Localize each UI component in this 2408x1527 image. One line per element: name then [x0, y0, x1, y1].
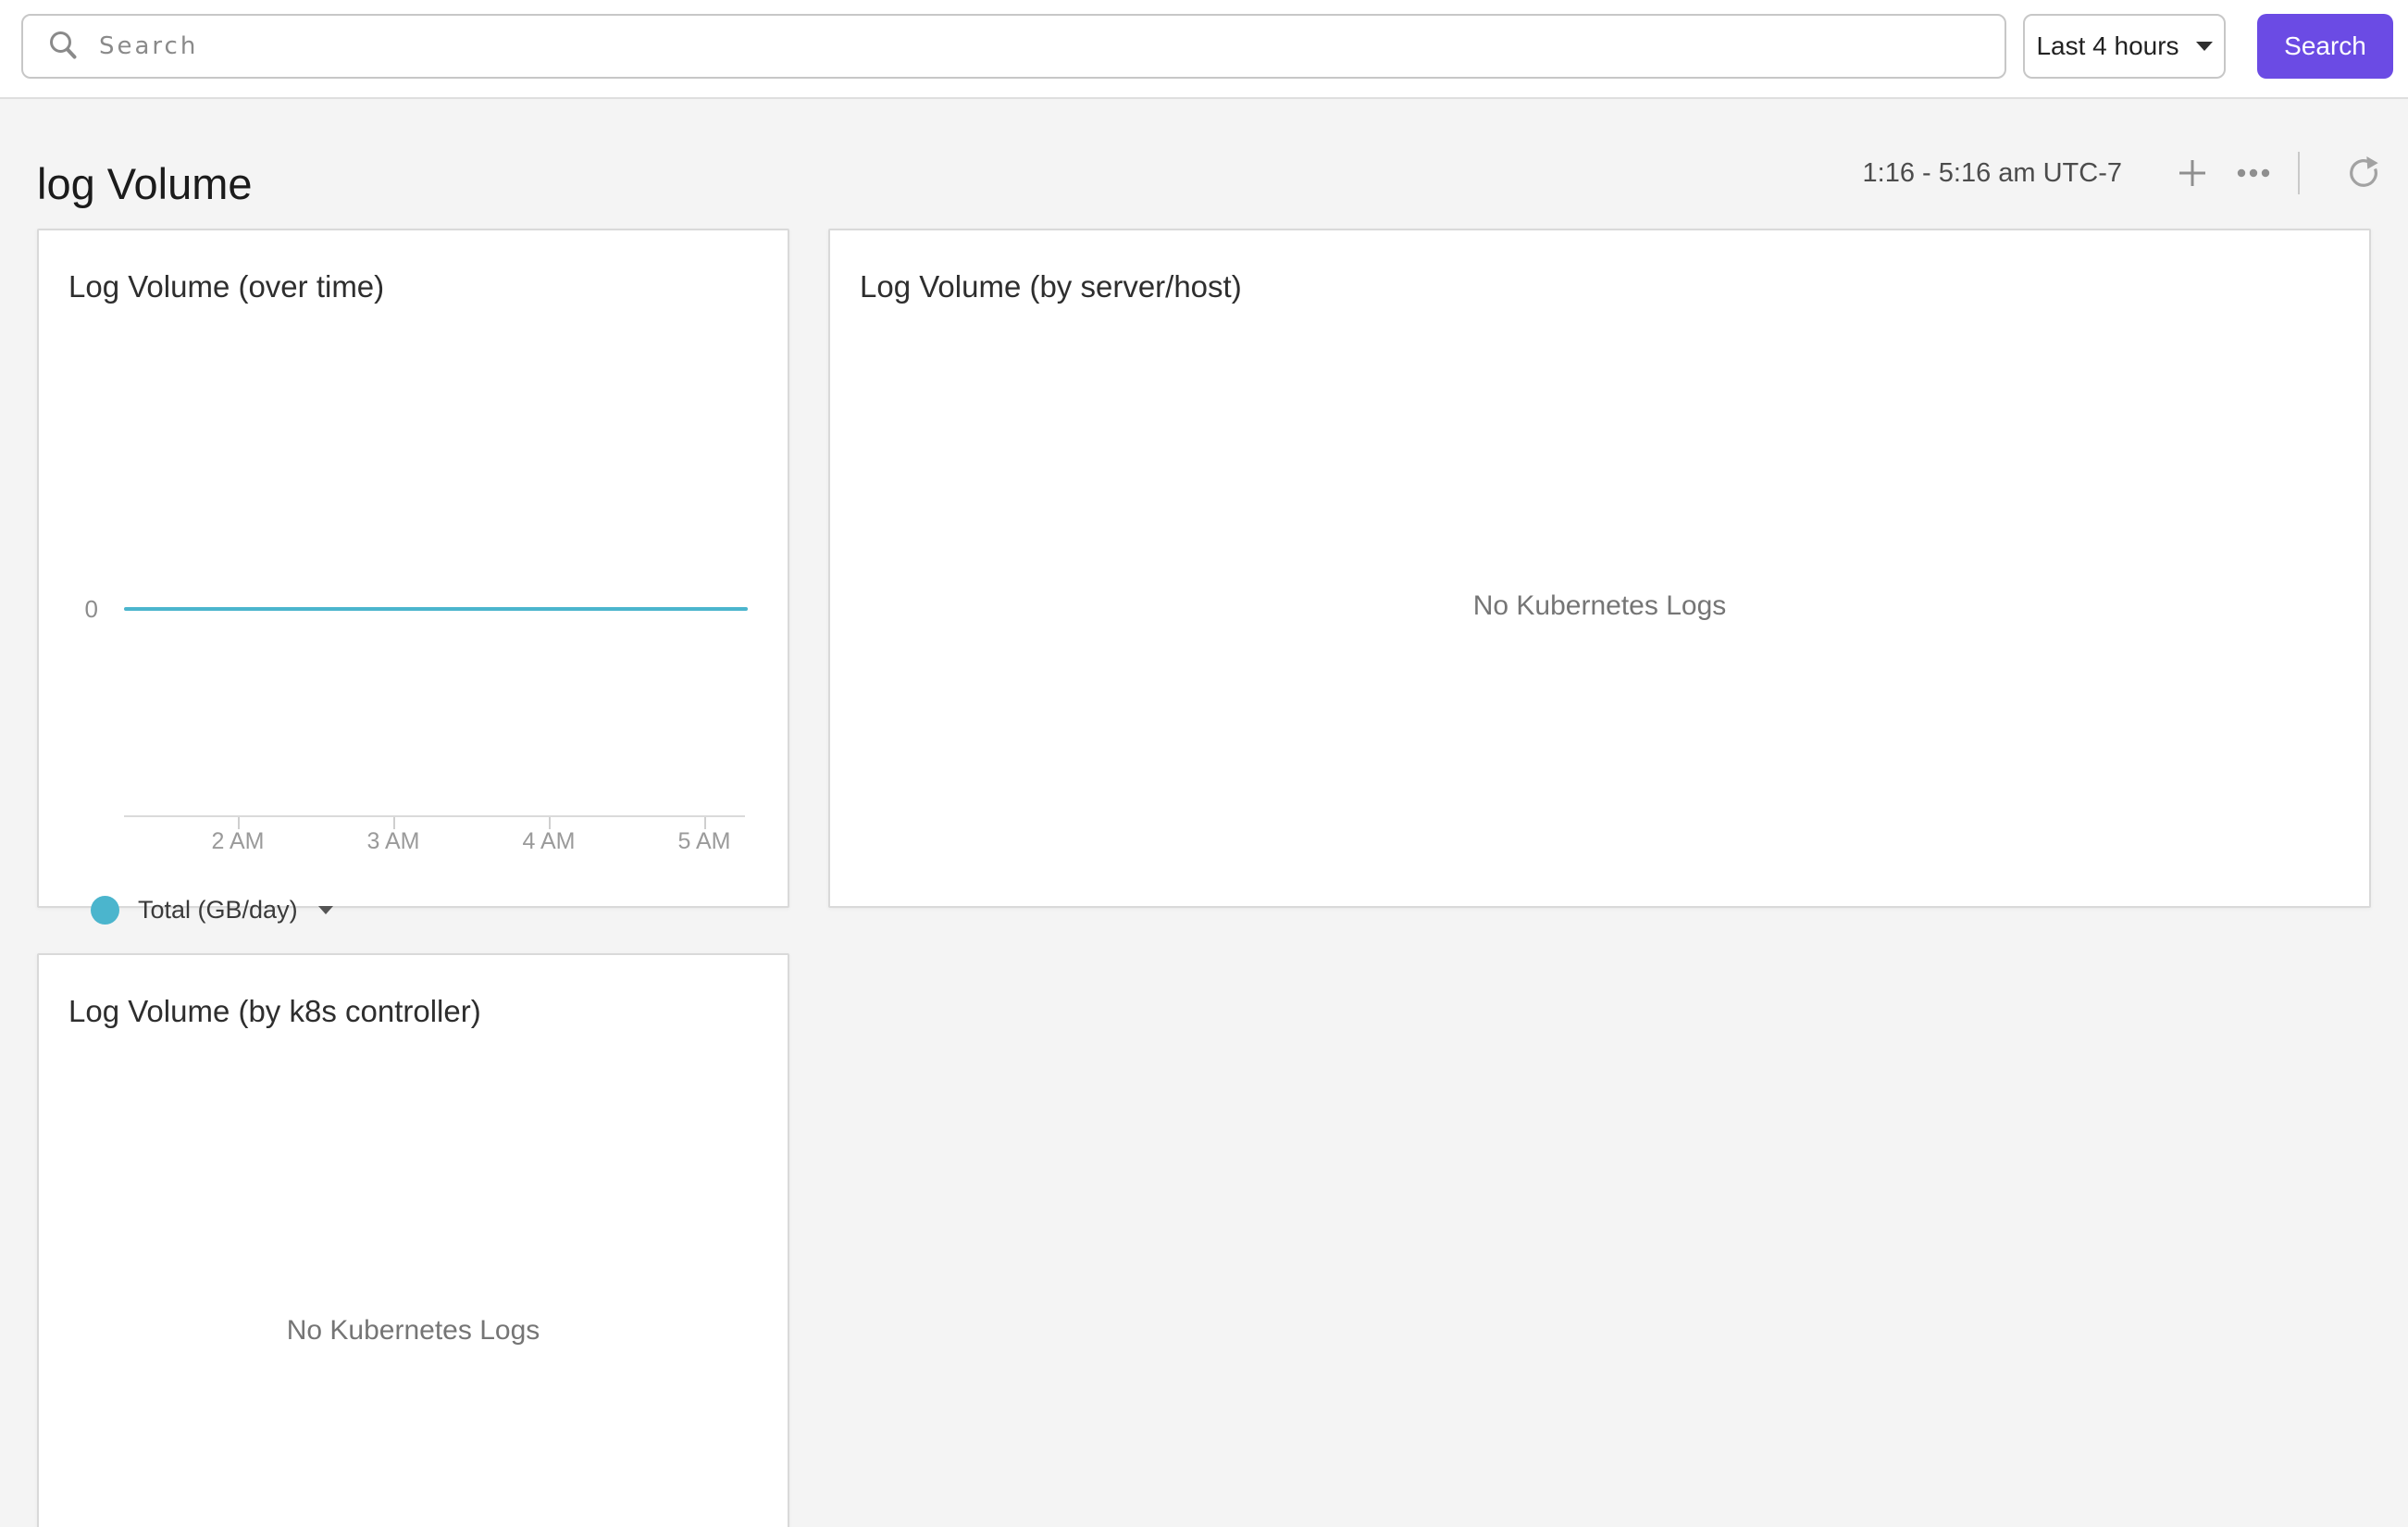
- panel-title: Log Volume (over time): [68, 269, 385, 304]
- line-chart: 0 2 AM 3 AM 4 AM 5 AM Total (GB/day): [39, 305, 788, 925]
- legend-label: Total (GB/day): [138, 896, 298, 925]
- x-axis: [124, 815, 745, 818]
- panel-title: Log Volume (by server/host): [860, 269, 1242, 304]
- top-search-bar: Last 4 hours Search: [0, 0, 2408, 99]
- search-button[interactable]: Search: [2257, 14, 2393, 79]
- time-range-dropdown[interactable]: Last 4 hours: [2023, 14, 2226, 79]
- empty-state-message: No Kubernetes Logs: [1472, 590, 1727, 621]
- panel-log-volume-over-time: Log Volume (over time) 0 2 AM 3 AM 4 AM …: [37, 229, 789, 925]
- x-axis-tick-label: 4 AM: [522, 828, 576, 855]
- time-range-label: Last 4 hours: [2036, 31, 2179, 60]
- search-input[interactable]: [99, 19, 2005, 74]
- panel-log-volume-by-k8s-controller: Log Volume (by k8s controller) No Kubern…: [37, 953, 789, 1527]
- dashboard-time-range: 1:16 - 5:16 am UTC-7: [1862, 158, 2122, 188]
- y-axis-tick-label: 0: [84, 595, 98, 624]
- x-axis-tick-label: 5 AM: [677, 828, 731, 855]
- search-input-wrapper[interactable]: [21, 14, 2006, 79]
- empty-state-message: No Kubernetes Logs: [286, 1314, 540, 1346]
- legend-item-total[interactable]: Total (GB/day): [91, 896, 333, 925]
- page-title: log Volume: [37, 159, 253, 208]
- header-divider: [2298, 152, 2300, 194]
- add-panel-icon[interactable]: [2178, 158, 2207, 188]
- search-icon: [50, 31, 77, 59]
- panel-log-volume-by-server-host: Log Volume (by server/host) No Kubernete…: [828, 229, 2371, 908]
- chevron-down-icon: [2195, 42, 2213, 51]
- x-axis-tick-label: 2 AM: [211, 828, 265, 855]
- series-line-total: [124, 607, 748, 612]
- refresh-icon[interactable]: [2346, 155, 2381, 191]
- panel-title: Log Volume (by k8s controller): [68, 994, 481, 1028]
- more-options-icon[interactable]: [2235, 158, 2272, 188]
- chevron-down-icon: [317, 906, 333, 915]
- x-axis-tick-label: 3 AM: [366, 828, 420, 855]
- legend-swatch: [91, 896, 119, 925]
